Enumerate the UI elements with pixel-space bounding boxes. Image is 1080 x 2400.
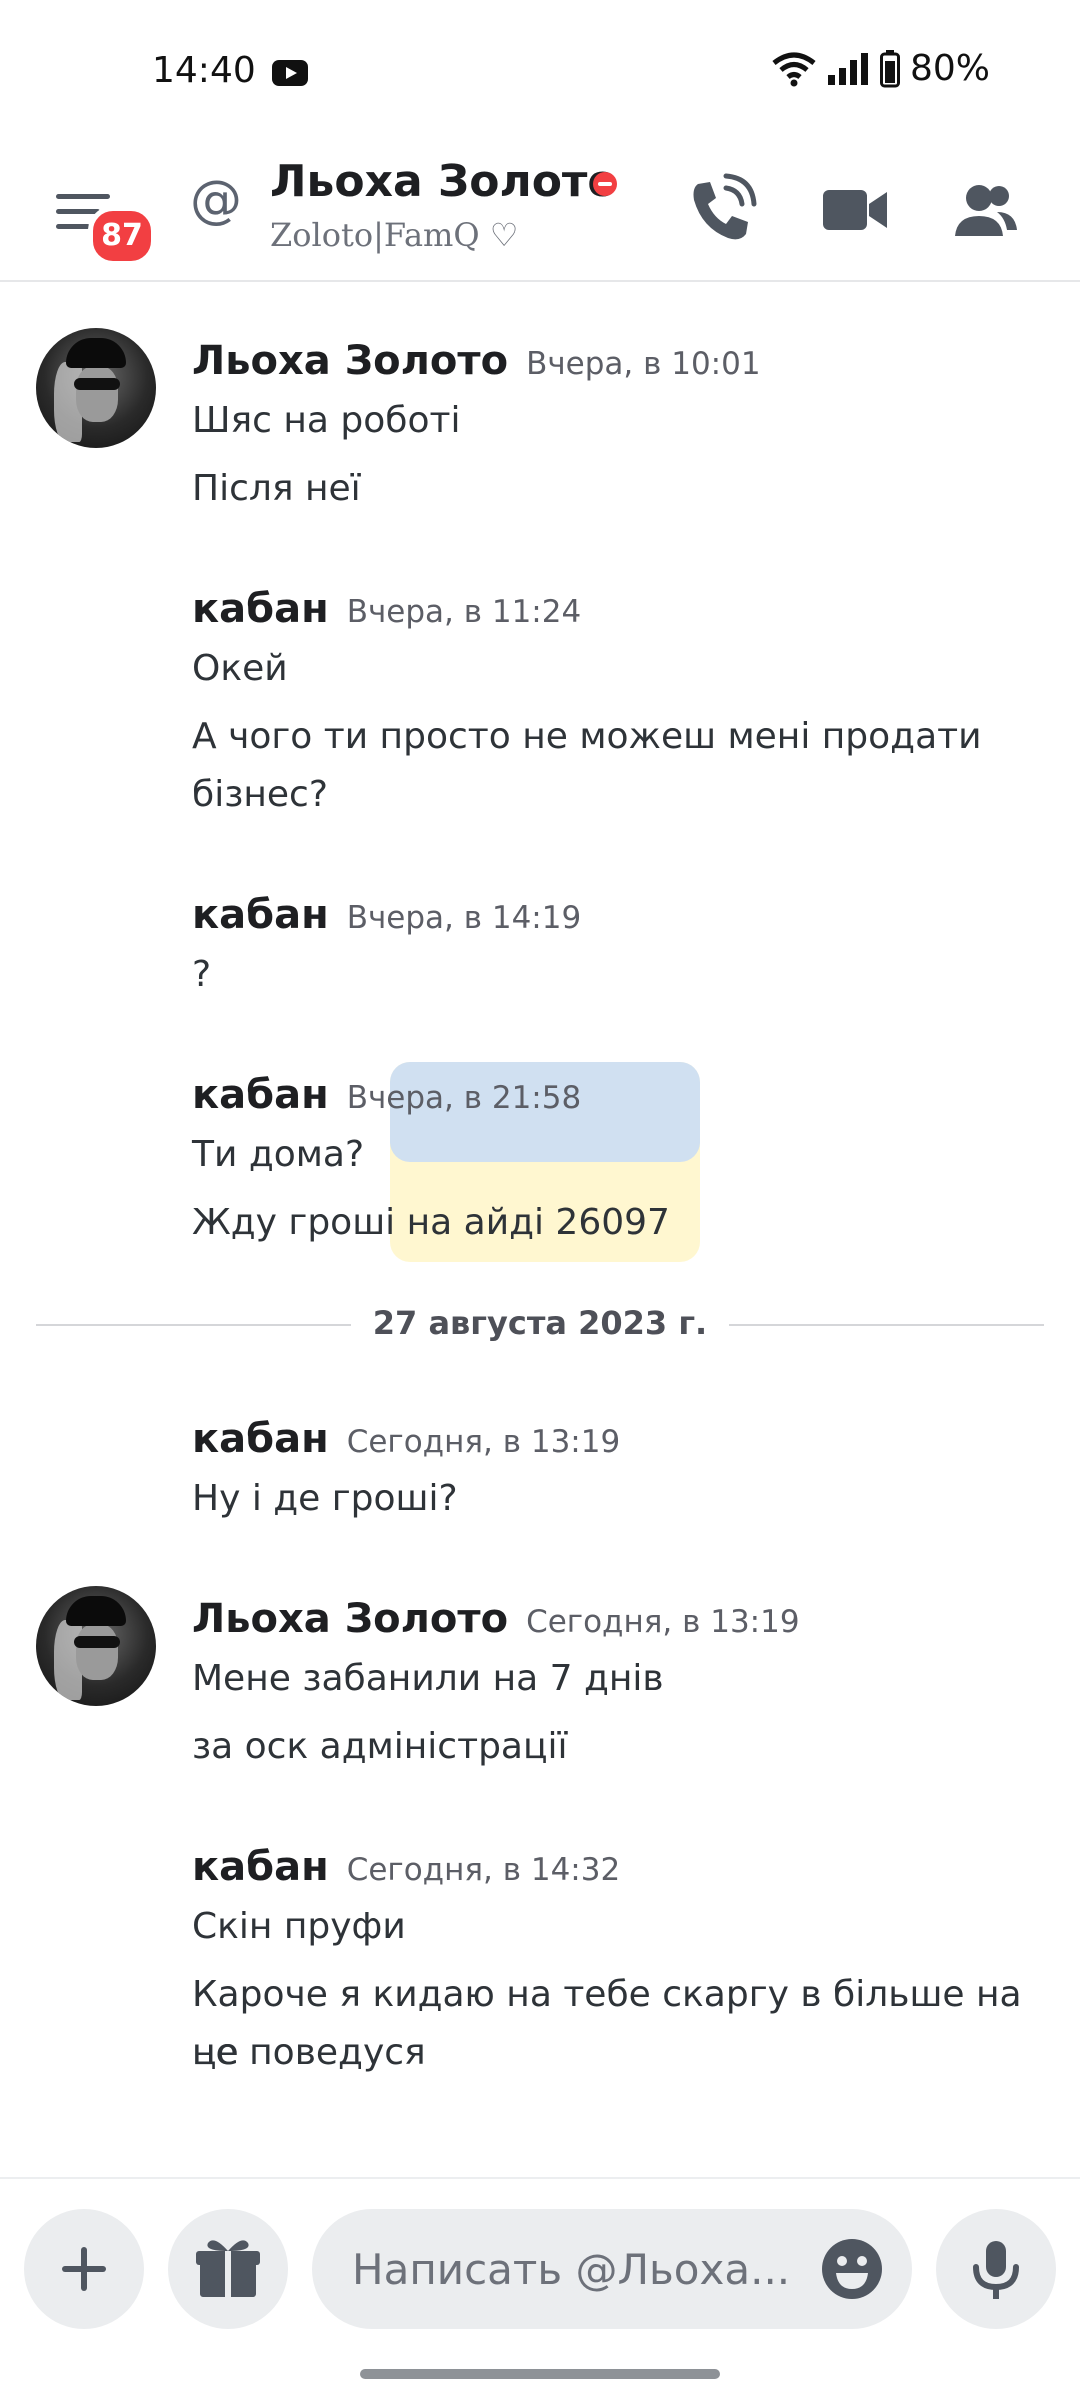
date-divider: 27 августа 2023 г. [0,1304,1080,1342]
youtube-icon [272,60,308,86]
message-text[interactable]: Окей [192,640,1052,698]
gift-button[interactable] [168,2209,288,2329]
plus-icon [62,2247,106,2291]
message-author[interactable]: кабан Вчера, в 14:19 [192,892,581,938]
message-list[interactable]: Льоха Золото Вчера, в 10:01 Шяс на роботі… [0,282,1080,2177]
add-attachment-button[interactable] [24,2209,144,2329]
battery-percent: 80% [909,48,990,89]
message-input[interactable]: Написать @Льоха... [312,2209,912,2329]
user-status-text: Zoloto|FamQ ♡ [270,216,519,254]
message-text[interactable]: за оск адміністрації [192,1718,1052,1776]
message-time: Сегодня, в 13:19 [346,1424,621,1460]
message-text[interactable]: ? [192,946,1052,1004]
message-text[interactable]: Мене забанили на 7 днів [192,1650,1052,1708]
message-time: Сегодня, в 14:32 [346,1852,621,1888]
message-time: Вчера, в 10:01 [526,346,761,382]
home-indicator[interactable] [360,2369,720,2379]
message-author[interactable]: кабан Вчера, в 21:58 [192,1072,581,1118]
date-divider-label: 27 августа 2023 г. [350,1304,730,1342]
chat-header: 87 @ Льоха Золото Zoloto|FamQ ♡ [0,140,1080,282]
avatar[interactable] [36,328,156,448]
dnd-status-icon [593,172,617,196]
battery-icon [879,49,900,87]
at-icon: @ [190,170,242,230]
composer: Написать @Льоха... [0,2177,1080,2400]
message-text[interactable]: Шяс на роботі [192,392,1052,450]
notification-badge: 87 [88,206,156,266]
message-text[interactable]: Після неї [192,460,1052,518]
message-time: Вчера, в 21:58 [346,1080,582,1116]
message-time: Вчера, в 11:24 [346,594,582,630]
message-time: Сегодня, в 13:19 [526,1604,800,1640]
status-right: 80% [772,48,990,89]
message-author[interactable]: кабан Сегодня, в 14:32 [192,1844,620,1890]
wifi-icon [772,52,816,86]
menu-button[interactable]: 87 [50,176,156,266]
phone-call-icon[interactable] [680,170,760,250]
message-text[interactable]: Ну і де гроші? [192,1470,1052,1528]
emoji-icon[interactable] [820,2237,884,2301]
message-text[interactable]: А чого ти просто не можеш мені продати [192,708,1052,766]
page-title[interactable]: Льоха Золото [270,156,618,207]
message-text[interactable]: Жду гроші на айді 26097 [192,1194,1052,1252]
message-text[interactable]: бізнес? [192,766,1052,824]
voice-message-button[interactable] [936,2209,1056,2329]
signal-icon [827,52,868,85]
menu-line [56,209,100,214]
message-input-placeholder: Написать @Льоха... [352,2245,791,2294]
menu-line [56,194,110,199]
screen: 14:40 80% 87 @ Льоха Золото Zoloto|FamQ … [0,0,1080,2400]
message-text[interactable]: Ти дома? [192,1126,1052,1184]
message-author[interactable]: Льоха Золото Сегодня, в 13:19 [192,1596,800,1642]
members-icon[interactable] [945,170,1025,250]
menu-line [56,224,90,229]
message-author[interactable]: Льоха Золото Вчера, в 10:01 [192,338,761,384]
microphone-icon [973,2241,1019,2299]
message-text[interactable]: Скін пруфи [192,1898,1052,1956]
gift-icon [196,2240,260,2297]
status-bar: 14:40 80% [0,0,1080,140]
message-text[interactable]: не поведуся [192,2024,1052,2082]
message-author[interactable]: кабан Сегодня, в 13:19 [192,1416,620,1462]
avatar[interactable] [36,1586,156,1706]
status-time: 14:40 [152,50,256,91]
message-author[interactable]: кабан Вчера, в 11:24 [192,586,581,632]
video-call-icon[interactable] [815,170,895,250]
message-time: Вчера, в 14:19 [346,900,582,936]
